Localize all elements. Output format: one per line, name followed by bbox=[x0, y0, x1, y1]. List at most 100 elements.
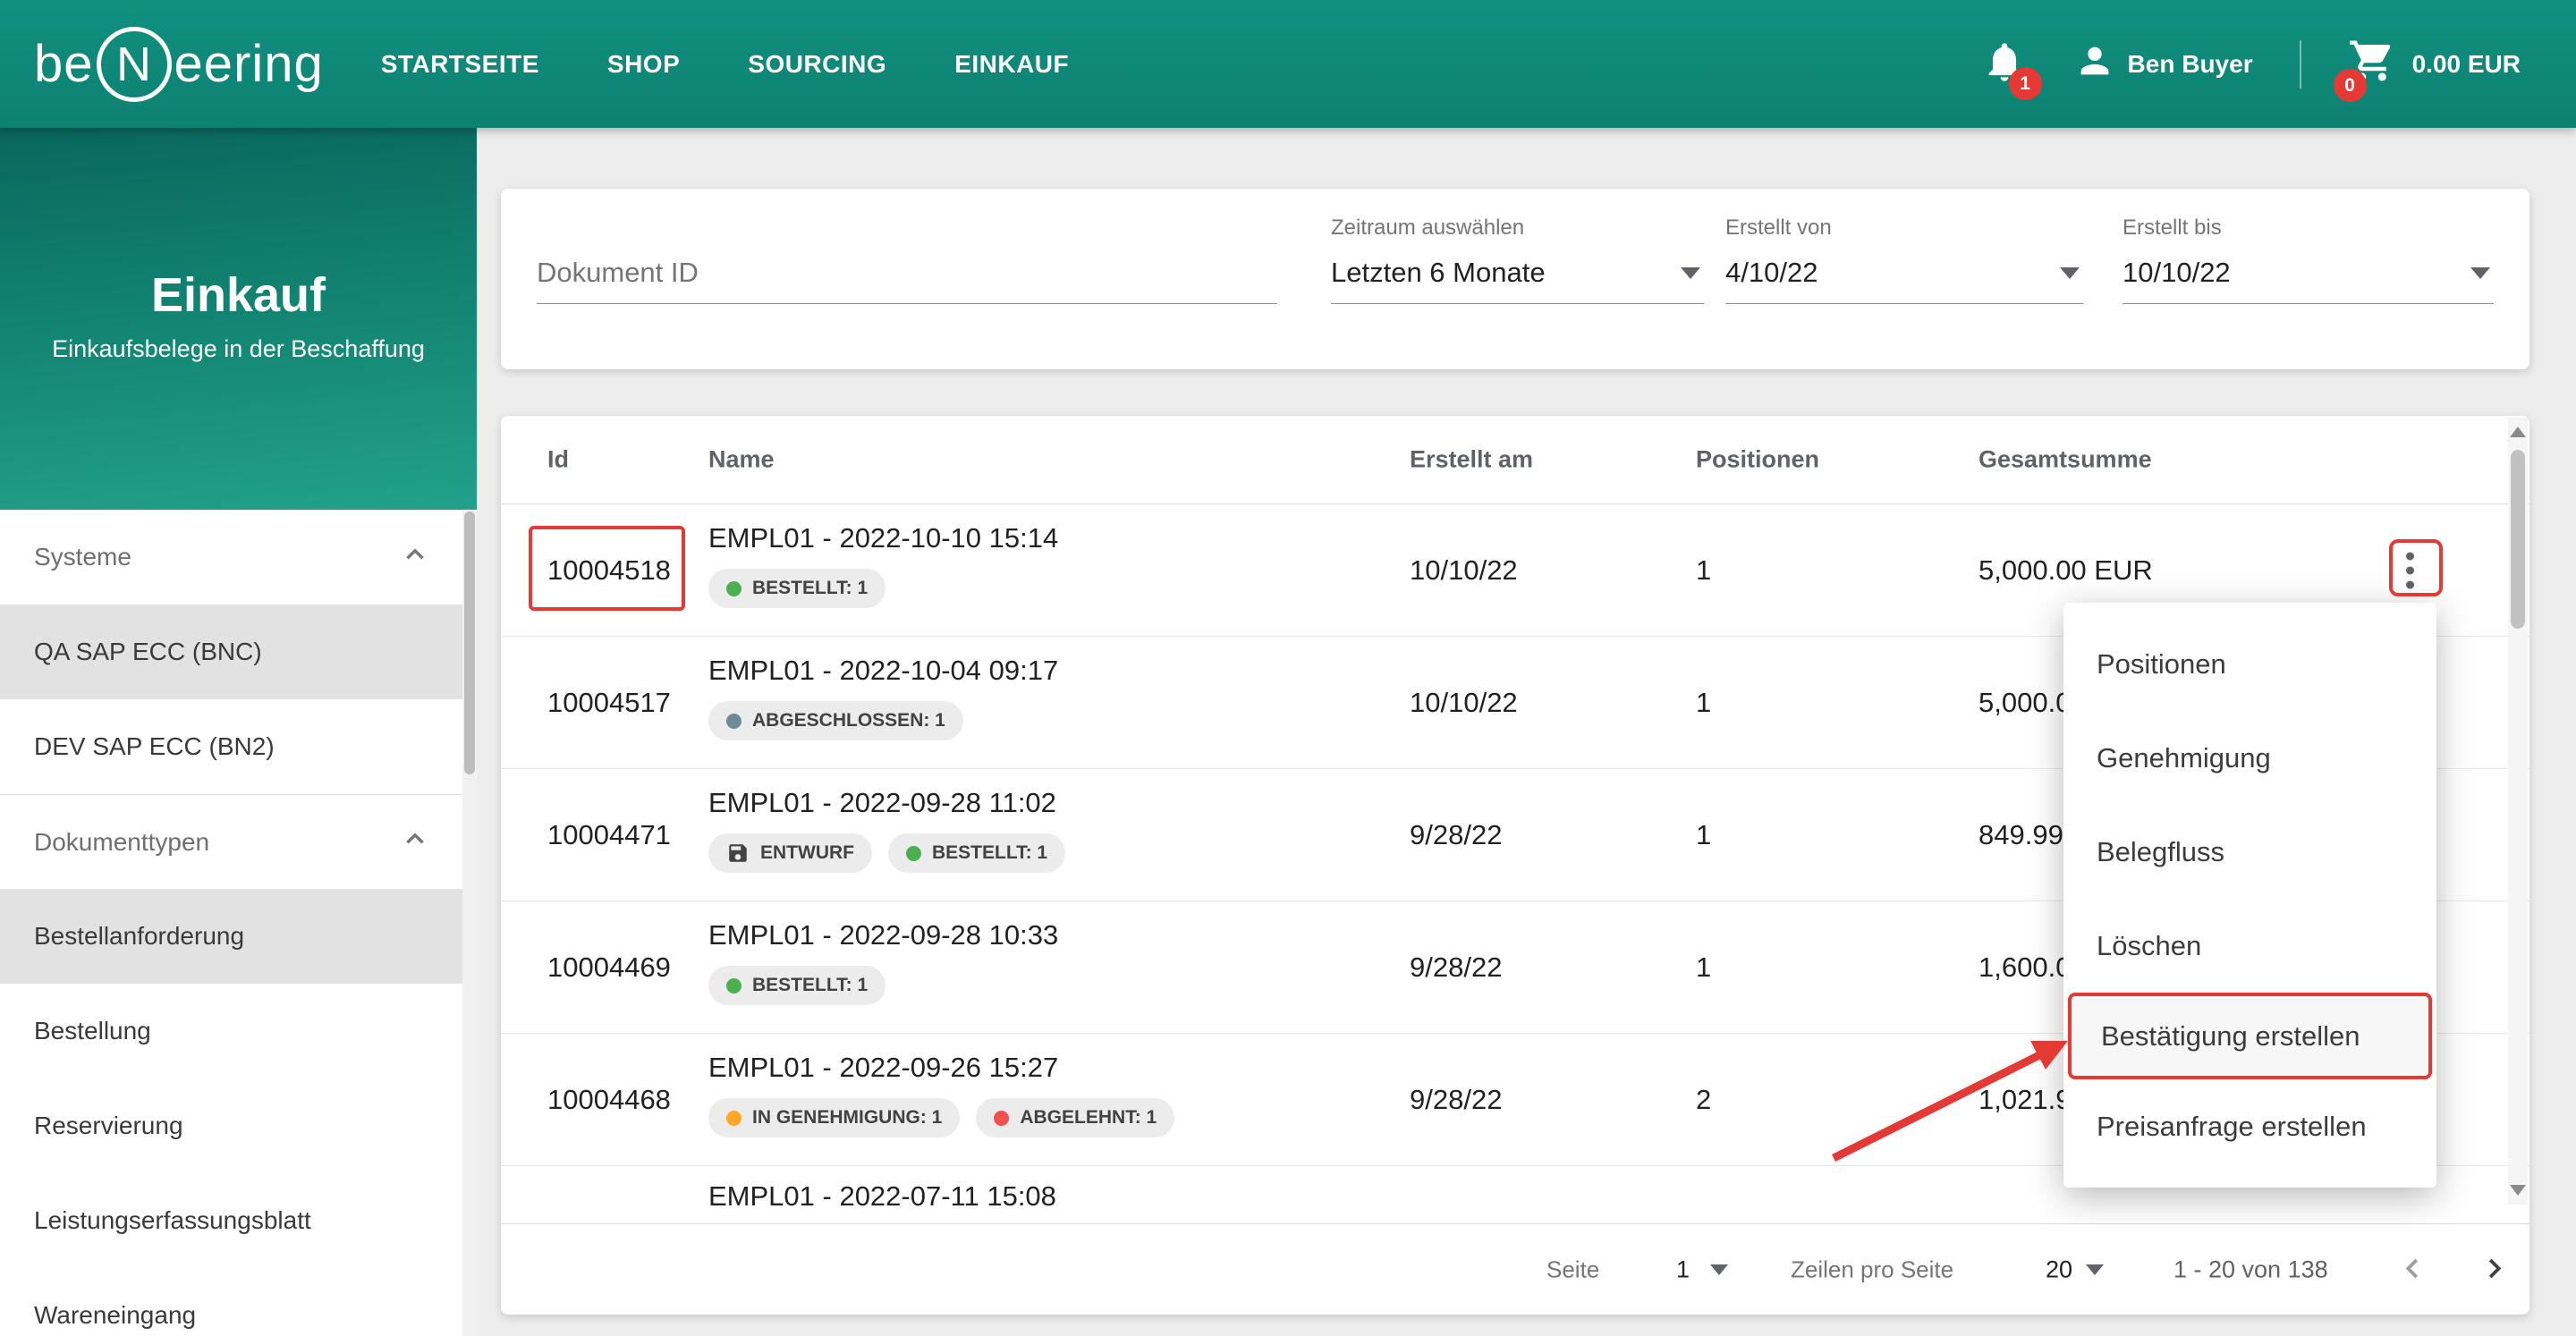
cart-button[interactable]: 0 0.00 EUR bbox=[2348, 37, 2521, 91]
user-menu-button[interactable]: Ben Buyer bbox=[2074, 40, 2253, 88]
previous-page-button[interactable] bbox=[2395, 1251, 2429, 1288]
table-pagination: Seite 1 Zeilen pro Seite 20 1 - 20 von 1… bbox=[501, 1223, 2529, 1315]
context-menu-item[interactable]: Bestätigung erstellen bbox=[2068, 993, 2432, 1079]
sidebar-item[interactable]: QA SAP ECC (BNC) bbox=[0, 605, 477, 699]
notification-count-badge: 1 bbox=[2009, 67, 2042, 100]
nav-menu-item-einkauf[interactable]: EINKAUF bbox=[954, 50, 1069, 79]
sidebar-section-header[interactable]: Systeme bbox=[0, 510, 477, 605]
sidebar-scrollbar[interactable] bbox=[462, 510, 477, 1336]
row-actions-kebab-icon[interactable] bbox=[2395, 541, 2425, 599]
row-name: EMPL01 - 2022-07-11 15:08 bbox=[708, 1180, 1056, 1213]
sidebar-item-label: QA SAP ECC (BNC) bbox=[34, 638, 262, 666]
erstellt-von-label: Erstellt von bbox=[1725, 216, 2083, 248]
nav-divider bbox=[2300, 40, 2301, 89]
user-icon bbox=[2074, 40, 2115, 88]
row-name: EMPL01 - 2022-10-10 15:14 bbox=[708, 522, 1058, 554]
sidebar-item[interactable]: DEV SAP ECC (BN2) bbox=[0, 699, 477, 794]
rows-per-page-caret-icon[interactable] bbox=[2086, 1264, 2104, 1275]
status-badge: ABGESCHLOSSEN: 1 bbox=[708, 701, 963, 740]
column-header-erstellt-am: Erstellt am bbox=[1410, 446, 1533, 474]
context-menu-item[interactable]: Belegfluss bbox=[2063, 805, 2436, 899]
column-header-positionen: Positionen bbox=[1696, 446, 1819, 474]
page-select-value[interactable]: 1 bbox=[1676, 1256, 1690, 1283]
nav-menu-item-sourcing[interactable]: SOURCING bbox=[748, 50, 886, 79]
nav-right-cluster: 1 Ben Buyer 0 0.00 EUR bbox=[1981, 37, 2521, 91]
top-navbar: be N eering STARTSEITE SHOP SOURCING EINKAU… bbox=[0, 0, 2576, 128]
nav-menu-item-startseite[interactable]: STARTSEITE bbox=[381, 50, 539, 79]
cart-icon-wrap: 0 bbox=[2348, 37, 2396, 91]
erstellt-bis-select[interactable]: 10/10/22 bbox=[2123, 248, 2494, 304]
column-header-id: Id bbox=[547, 446, 569, 474]
erstellt-von-select[interactable]: 4/10/22 bbox=[1725, 248, 2083, 304]
scroll-down-icon[interactable] bbox=[2510, 1185, 2526, 1196]
sidebar-item-label: Leistungserfassungsblatt bbox=[34, 1206, 311, 1235]
zeitraum-label: Zeitraum auswählen bbox=[1331, 216, 1704, 248]
context-menu-item[interactable]: Preisanfrage erstellen bbox=[2063, 1079, 2436, 1173]
document-id-group bbox=[537, 216, 1277, 304]
row-id: 10004469 bbox=[547, 951, 671, 984]
status-badge-label: BESTELLT: 1 bbox=[752, 975, 868, 996]
user-name-label: Ben Buyer bbox=[2128, 50, 2253, 79]
nav-menu-item-shop[interactable]: SHOP bbox=[607, 50, 680, 79]
filter-card: Zeitraum auswählen Letzten 6 Monate Erst… bbox=[501, 189, 2529, 369]
erstellt-bis-label: Erstellt bis bbox=[2123, 216, 2494, 248]
sidebar-section-title: Dokumenttypen bbox=[34, 828, 209, 857]
sidebar-item[interactable]: Reservierung bbox=[0, 1078, 477, 1173]
status-badge: BESTELLT: 1 bbox=[708, 569, 886, 608]
row-name: EMPL01 - 2022-10-04 09:17 bbox=[708, 655, 1058, 687]
erstellt-bis-group: Erstellt bis 10/10/22 bbox=[2123, 216, 2494, 304]
sidebar-item-label: Bestellung bbox=[34, 1017, 151, 1045]
sidebar-item[interactable]: Bestellung bbox=[0, 984, 477, 1078]
row-erstellt-am: 9/28/22 bbox=[1410, 951, 1502, 984]
status-badge-label: ABGELEHNT: 1 bbox=[1020, 1107, 1157, 1129]
status-badge: ABGELEHNT: 1 bbox=[976, 1098, 1174, 1137]
context-menu-item[interactable]: Löschen bbox=[2063, 899, 2436, 993]
row-id: 10004518 bbox=[547, 554, 671, 587]
rows-per-page-value[interactable]: 20 bbox=[2046, 1256, 2072, 1283]
save-icon bbox=[726, 841, 750, 865]
chevron-down-icon bbox=[1681, 267, 1700, 279]
sidebar-item-label: DEV SAP ECC (BN2) bbox=[34, 732, 275, 761]
sidebar-section-header[interactable]: Dokumenttypen bbox=[0, 794, 477, 889]
row-name-cell: EMPL01 - 2022-09-26 15:27 IN GENEHMIGUNG… bbox=[708, 1034, 1174, 1137]
context-menu-item[interactable]: Genehmigung bbox=[2063, 711, 2436, 805]
zeitraum-select[interactable]: Letzten 6 Monate bbox=[1331, 248, 1704, 304]
row-erstellt-am: 10/10/22 bbox=[1410, 687, 1518, 719]
app-logo[interactable]: be N eering bbox=[34, 27, 324, 102]
table-scrollbar-thumb[interactable] bbox=[2511, 450, 2525, 629]
document-id-input[interactable] bbox=[537, 257, 1274, 289]
notifications-button[interactable]: 1 bbox=[1981, 38, 2028, 89]
page-select-caret-icon[interactable] bbox=[1710, 1264, 1728, 1275]
row-status-badges: BESTELLT: 1 bbox=[708, 569, 1058, 608]
row-name-cell: EMPL01 - 2022-09-28 10:33 BESTELLT: 1 bbox=[708, 901, 1058, 1005]
status-badge: IN GENEHMIGUNG: 1 bbox=[708, 1098, 960, 1137]
status-badge: BESTELLT: 1 bbox=[708, 966, 886, 1005]
sidebar-item[interactable]: Bestellanforderung bbox=[0, 889, 477, 984]
context-menu-item[interactable]: Positionen bbox=[2063, 617, 2436, 711]
row-name: EMPL01 - 2022-09-28 11:02 bbox=[708, 787, 1065, 819]
table-scrollbar[interactable] bbox=[2508, 418, 2528, 1205]
chevron-down-icon bbox=[2470, 267, 2490, 279]
sidebar-item[interactable]: Wareneingang bbox=[0, 1268, 477, 1336]
row-id: 10004471 bbox=[547, 819, 671, 851]
status-dot-icon bbox=[726, 1111, 741, 1126]
nav-menu: STARTSEITE SHOP SOURCING EINKAUF bbox=[381, 50, 1069, 79]
column-header-gesamtsumme: Gesamtsumme bbox=[1979, 446, 2152, 474]
sidebar-scrollbar-thumb[interactable] bbox=[464, 512, 475, 774]
row-status-badges: BESTELLT: 1 bbox=[708, 966, 1058, 1005]
chevron-up-icon bbox=[400, 824, 430, 860]
status-badge-label: BESTELLT: 1 bbox=[752, 578, 868, 599]
row-name-cell: EMPL01 - 2022-09-28 11:02 ENTWURF BESTEL… bbox=[708, 769, 1065, 873]
sidebar-item[interactable]: Leistungserfassungsblatt bbox=[0, 1173, 477, 1268]
column-header-name: Name bbox=[708, 446, 775, 474]
document-id-label-spacer bbox=[537, 216, 1277, 248]
scroll-up-icon[interactable] bbox=[2510, 427, 2526, 437]
sidebar-item-label: Wareneingang bbox=[34, 1301, 196, 1330]
row-positionen: 2 bbox=[1696, 1084, 1711, 1116]
cart-count-badge: 0 bbox=[2334, 69, 2367, 102]
sidebar-section-title: Systeme bbox=[34, 543, 131, 571]
status-dot-icon bbox=[726, 581, 741, 596]
cart-total-label: 0.00 EUR bbox=[2412, 50, 2521, 79]
next-page-button[interactable] bbox=[2478, 1251, 2512, 1288]
sidebar-item-label: Bestellanforderung bbox=[34, 922, 244, 951]
